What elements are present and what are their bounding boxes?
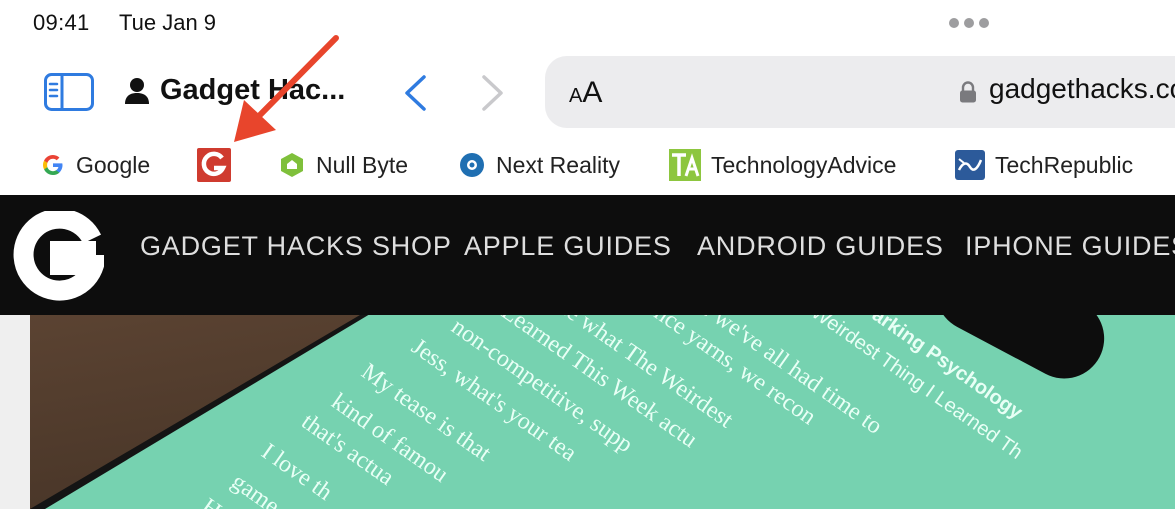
hero-image[interactable]: Parking Psychology Weirdest Thing I Learn… bbox=[30, 315, 1175, 509]
nav-gadget-hacks-shop[interactable]: GADGET HACKS SHOP bbox=[140, 231, 452, 262]
page-gutter bbox=[0, 315, 30, 509]
sidebar-toggle-button[interactable] bbox=[44, 73, 94, 111]
reader-format-button[interactable]: AA bbox=[569, 76, 602, 110]
favorite-techrepublic[interactable]: TechRepublic bbox=[955, 148, 1133, 182]
url-text: gadgethacks.com bbox=[989, 73, 1175, 104]
google-icon bbox=[43, 155, 63, 175]
lock-icon bbox=[960, 81, 976, 103]
chevron-left-icon bbox=[405, 75, 426, 111]
multitasking-dots-icon[interactable] bbox=[949, 18, 989, 28]
back-button[interactable] bbox=[400, 74, 430, 112]
status-date: Tue Jan 9 bbox=[119, 10, 217, 35]
hero-photo: Parking PsychologyWeirdest Thing I Learn… bbox=[30, 315, 1175, 509]
nav-apple-guides[interactable]: APPLE GUIDES bbox=[464, 231, 672, 262]
favorite-next-reality[interactable]: Next Reality bbox=[458, 148, 620, 182]
tab-group-title: Gadget Hac... bbox=[160, 74, 346, 106]
chevron-right-icon bbox=[482, 75, 503, 111]
technology-advice-icon bbox=[669, 149, 701, 181]
favorite-label: TechnologyAdvice bbox=[711, 151, 897, 178]
favorite-gadget-hacks[interactable] bbox=[197, 148, 231, 182]
favorite-label: TechRepublic bbox=[995, 151, 1134, 178]
status-time: 09:41 bbox=[33, 10, 90, 35]
techrepublic-icon bbox=[955, 150, 985, 180]
favorite-google[interactable]: Google bbox=[40, 148, 150, 182]
sidebar-icon bbox=[44, 73, 94, 111]
person-icon bbox=[125, 77, 149, 104]
site-header: GADGET HACKS SHOP APPLE GUIDES ANDROID G… bbox=[0, 195, 1175, 315]
address-bar[interactable]: AA gadgethacks.com bbox=[545, 56, 1175, 128]
favorite-technology-advice[interactable]: TechnologyAdvice bbox=[669, 148, 896, 182]
tab-group-selector[interactable]: Gadget Hac... bbox=[124, 74, 345, 107]
favorite-label: Next Reality bbox=[496, 151, 620, 178]
favorite-label: Google bbox=[76, 151, 151, 178]
nav-android-guides[interactable]: ANDROID GUIDES bbox=[697, 231, 944, 262]
favorite-label: Null Byte bbox=[316, 151, 409, 178]
nav-iphone-guides[interactable]: IPHONE GUIDES bbox=[965, 231, 1175, 262]
gadget-hacks-logo[interactable] bbox=[12, 211, 104, 303]
next-reality-icon bbox=[460, 153, 484, 177]
favorite-null-byte[interactable]: Null Byte bbox=[278, 148, 408, 182]
null-byte-icon bbox=[281, 153, 303, 177]
forward-button[interactable] bbox=[478, 74, 508, 112]
gadget-hacks-g-icon bbox=[197, 148, 231, 182]
